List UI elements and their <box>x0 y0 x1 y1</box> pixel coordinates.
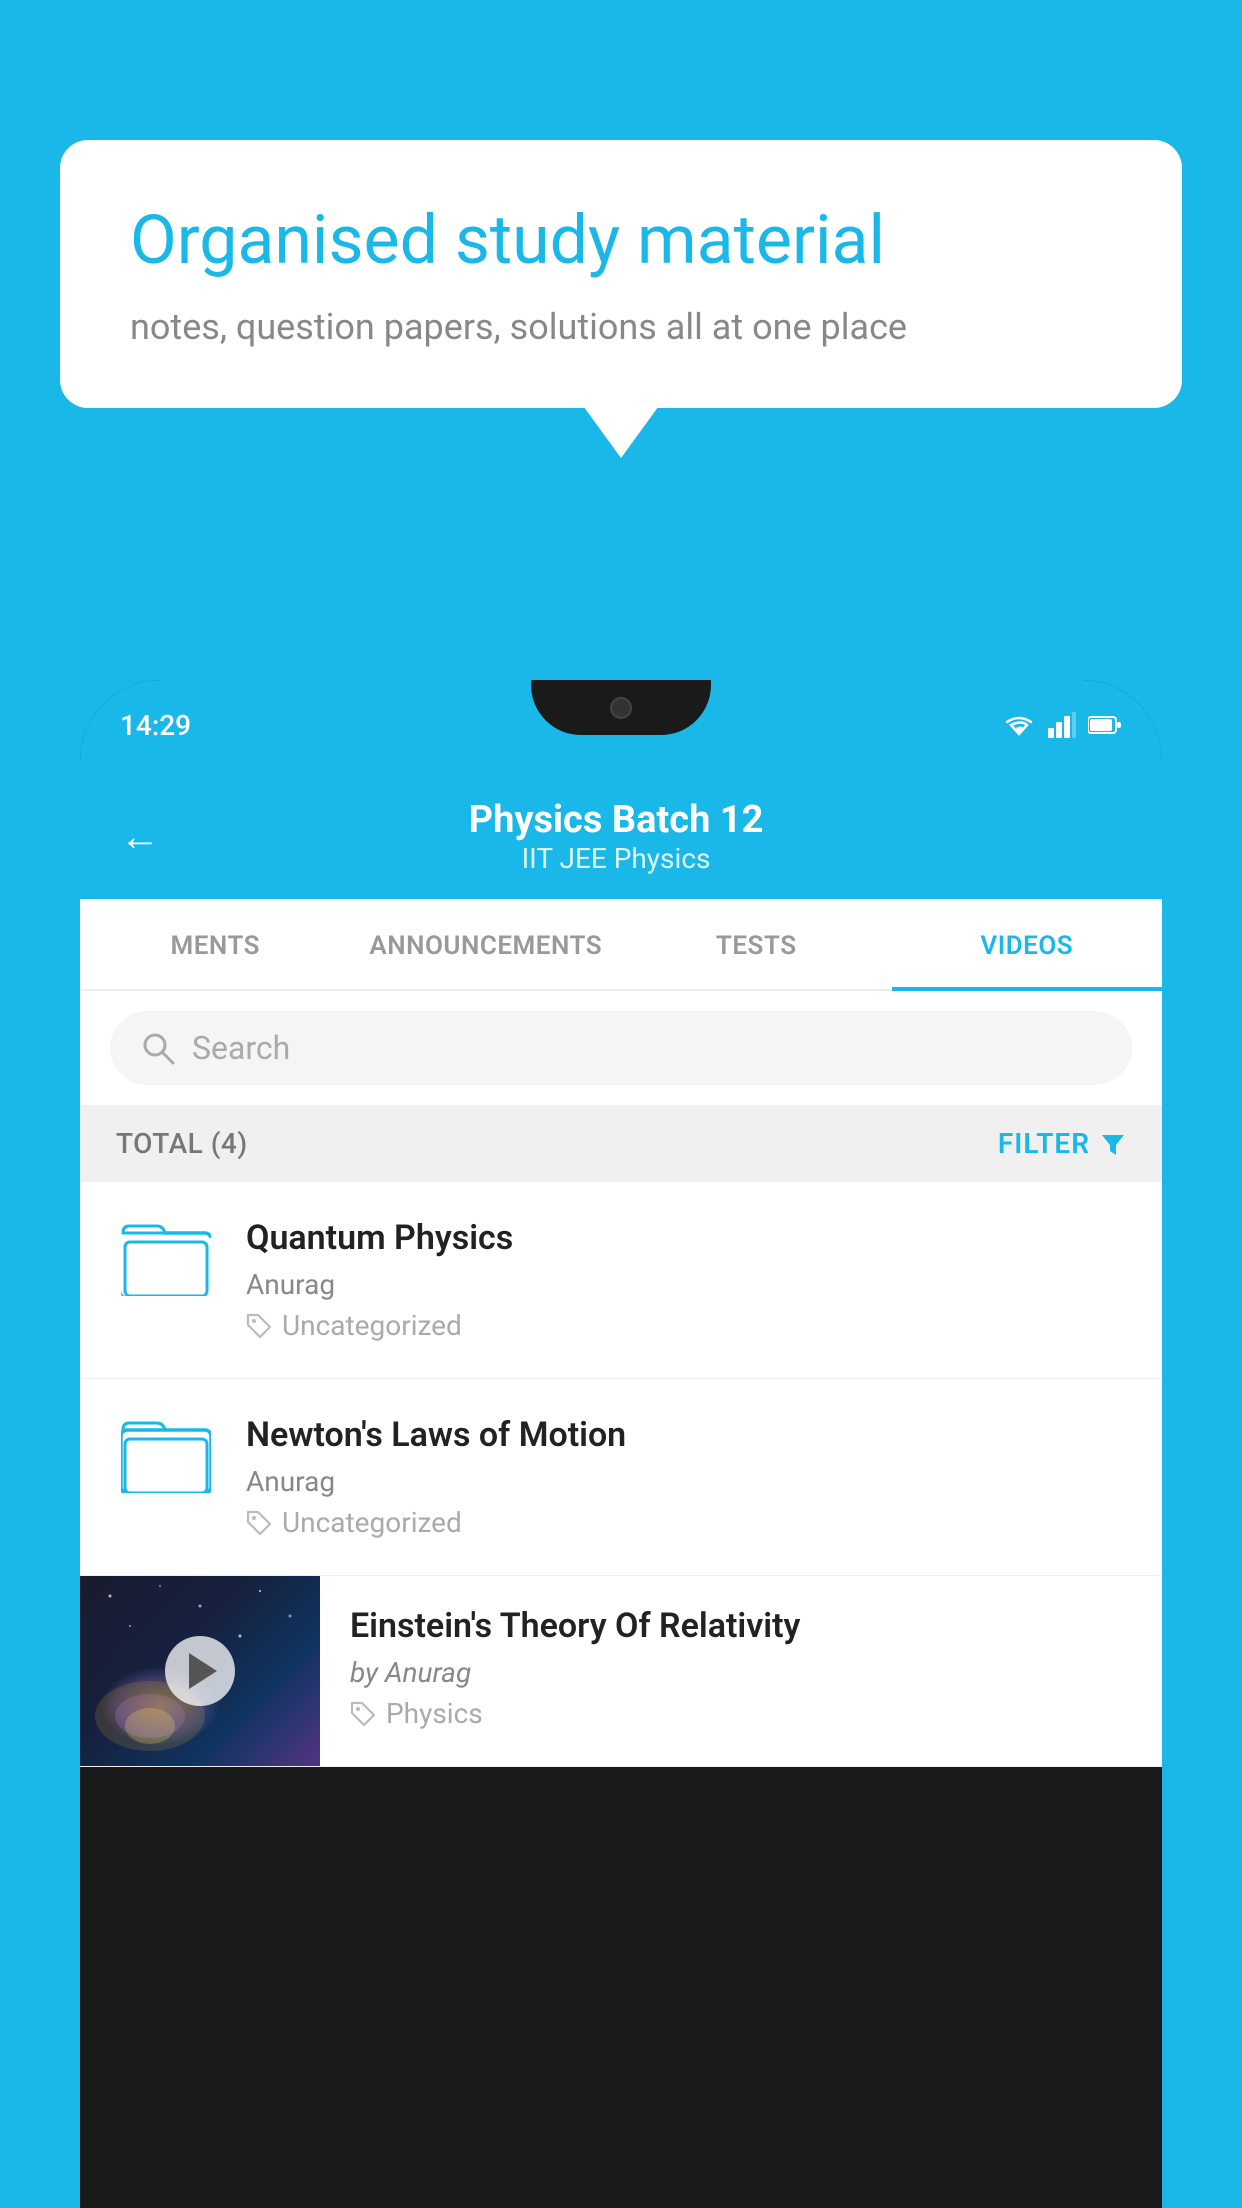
tab-documents[interactable]: MENTS <box>80 899 351 989</box>
video-author: Anurag <box>246 1465 1126 1498</box>
tag-icon <box>246 1313 272 1339</box>
status-bar: 14:29 <box>80 680 1162 770</box>
video-thumbnail <box>80 1576 320 1766</box>
status-time: 14:29 <box>120 709 191 742</box>
video-tag: Physics <box>386 1697 483 1730</box>
video-info: Einstein's Theory Of Relativity by Anura… <box>320 1576 1162 1760</box>
search-bar[interactable]: Search <box>110 1011 1132 1085</box>
video-tag-row: Uncategorized <box>246 1506 1126 1539</box>
play-triangle-icon <box>189 1653 217 1689</box>
app-header: ← Physics Batch 12 IIT JEE Physics <box>80 770 1162 899</box>
tab-announcements[interactable]: ANNOUNCEMENTS <box>351 899 622 989</box>
video-title: Newton's Laws of Motion <box>246 1415 1126 1455</box>
status-icons <box>1002 712 1122 738</box>
bubble-subtitle: notes, question papers, solutions all at… <box>130 306 1112 348</box>
folder-icon-container <box>116 1218 216 1296</box>
header-title-area: Physics Batch 12 IIT JEE Physics <box>190 798 1042 875</box>
video-info: Newton's Laws of Motion Anurag Uncategor… <box>246 1415 1126 1539</box>
search-container: Search <box>80 991 1162 1105</box>
camera-notch <box>610 697 632 719</box>
filter-bar: TOTAL (4) FILTER <box>80 1105 1162 1182</box>
filter-funnel-icon <box>1100 1131 1126 1157</box>
battery-icon <box>1088 715 1122 735</box>
video-info: Quantum Physics Anurag Uncategorized <box>246 1218 1126 1342</box>
phone-frame: 14:29 <box>80 680 1162 2208</box>
notch <box>531 680 711 735</box>
phone-container: 14:29 <box>80 680 1162 2208</box>
signal-icon <box>1048 712 1076 738</box>
folder-icon <box>121 1415 211 1493</box>
folder-icon-container <box>116 1415 216 1493</box>
filter-button[interactable]: FILTER <box>998 1127 1126 1160</box>
search-icon <box>140 1030 176 1066</box>
video-title: Einstein's Theory Of Relativity <box>350 1606 1132 1646</box>
header-subtitle: IIT JEE Physics <box>190 842 1042 875</box>
video-tag: Uncategorized <box>282 1309 462 1342</box>
list-item[interactable]: Newton's Laws of Motion Anurag Uncategor… <box>80 1379 1162 1576</box>
video-tag-row: Physics <box>350 1697 1132 1730</box>
video-tag-row: Uncategorized <box>246 1309 1126 1342</box>
video-title: Quantum Physics <box>246 1218 1126 1258</box>
video-author: by Anurag <box>350 1656 1132 1689</box>
total-count: TOTAL (4) <box>116 1127 248 1160</box>
tab-videos[interactable]: VIDEOS <box>892 899 1163 989</box>
wifi-icon <box>1002 712 1036 738</box>
back-button[interactable]: ← <box>120 813 160 860</box>
tab-tests[interactable]: TESTS <box>621 899 892 989</box>
speech-bubble-container: Organised study material notes, question… <box>60 140 1182 408</box>
tabs-bar: MENTS ANNOUNCEMENTS TESTS VIDEOS <box>80 899 1162 991</box>
play-button[interactable] <box>165 1636 235 1706</box>
filter-label: FILTER <box>998 1127 1090 1160</box>
folder-icon <box>121 1218 211 1296</box>
video-tag: Uncategorized <box>282 1506 462 1539</box>
tag-icon <box>246 1510 272 1536</box>
bubble-title: Organised study material <box>130 200 1112 282</box>
list-item[interactable]: Einstein's Theory Of Relativity by Anura… <box>80 1576 1162 1767</box>
header-title: Physics Batch 12 <box>190 798 1042 842</box>
search-placeholder: Search <box>192 1029 290 1067</box>
video-list: Quantum Physics Anurag Uncategorized <box>80 1182 1162 1767</box>
list-item[interactable]: Quantum Physics Anurag Uncategorized <box>80 1182 1162 1379</box>
speech-bubble: Organised study material notes, question… <box>60 140 1182 408</box>
video-author: Anurag <box>246 1268 1126 1301</box>
tag-icon <box>350 1701 376 1727</box>
